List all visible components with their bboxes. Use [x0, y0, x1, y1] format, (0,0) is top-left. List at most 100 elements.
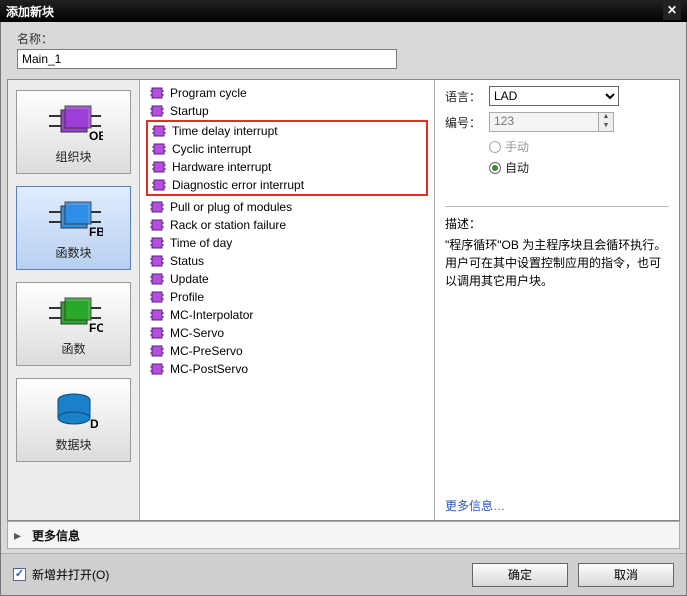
- ob-block-icon: [150, 273, 164, 285]
- db-block-icon: DB: [42, 388, 106, 432]
- sidebar-item-fb[interactable]: FB 函数块: [16, 186, 131, 270]
- language-select[interactable]: LAD: [489, 86, 619, 106]
- list-item[interactable]: MC-PreServo: [140, 342, 434, 360]
- expand-icon[interactable]: ▸: [14, 527, 26, 544]
- title-bar: 添加新块 ✕: [0, 0, 687, 22]
- separator: [445, 206, 669, 207]
- list-item-label: MC-PostServo: [170, 362, 248, 376]
- svg-text:FB: FB: [89, 225, 103, 238]
- number-spinner: ▲▼: [599, 112, 614, 132]
- close-icon[interactable]: ✕: [663, 2, 681, 20]
- name-section: 名称：: [1, 22, 686, 73]
- list-item[interactable]: Program cycle: [140, 84, 434, 102]
- ob-block-icon: [150, 363, 164, 375]
- ob-block-icon: [152, 125, 166, 137]
- list-item[interactable]: Status: [140, 252, 434, 270]
- properties-panel: 语言 LAD 编号 123 ▲▼ 手动 自动 描述： "程序循环"OB 为主程序…: [435, 80, 679, 520]
- description-label: 描述：: [445, 215, 669, 232]
- list-item-label: Time of day: [170, 236, 232, 250]
- list-item[interactable]: Time delay interrupt: [148, 122, 426, 140]
- sidebar-item-fc[interactable]: FC 函数: [16, 282, 131, 366]
- list-item-label: Pull or plug of modules: [170, 200, 292, 214]
- list-item-label: Update: [170, 272, 209, 286]
- list-item-label: Program cycle: [170, 86, 247, 100]
- list-item-label: MC-Interpolator: [170, 308, 253, 322]
- list-item-label: Cyclic interrupt: [172, 142, 251, 156]
- list-item[interactable]: MC-Interpolator: [140, 306, 434, 324]
- list-item-label: Hardware interrupt: [172, 160, 271, 174]
- list-item-label: Time delay interrupt: [172, 124, 278, 138]
- sidebar-item-label: 函数块: [55, 244, 91, 261]
- ob-block-icon: OB: [42, 100, 106, 144]
- main-content: OB 组织块 FB 函数块 FC 函数 DB 数据块 Program cycle Startup…: [7, 79, 680, 521]
- svg-text:OB: OB: [89, 129, 103, 142]
- list-item[interactable]: MC-Servo: [140, 324, 434, 342]
- list-item[interactable]: Startup: [140, 102, 434, 120]
- list-item[interactable]: MC-PostServo: [140, 360, 434, 378]
- svg-text:FC: FC: [89, 321, 103, 334]
- manual-radio-row: 手动: [489, 138, 669, 155]
- window-title: 添加新块: [6, 3, 54, 20]
- sidebar-item-label: 组织块: [55, 148, 91, 165]
- list-item-label: Diagnostic error interrupt: [172, 178, 304, 192]
- cancel-button[interactable]: 取消: [578, 563, 674, 587]
- ob-block-icon: [150, 237, 164, 249]
- list-item-label: Startup: [170, 104, 209, 118]
- ob-block-icon: [150, 219, 164, 231]
- checkbox-open-new[interactable]: ✓: [13, 568, 26, 581]
- auto-radio-row[interactable]: 自动: [489, 159, 669, 176]
- manual-label: 手动: [505, 138, 529, 155]
- number-label: 编号: [445, 114, 489, 131]
- ob-block-icon: [152, 161, 166, 173]
- ob-block-icon: [150, 87, 164, 99]
- name-input[interactable]: [17, 49, 397, 69]
- ob-block-icon: [152, 143, 166, 155]
- highlighted-group: Time delay interrupt Cyclic interrupt Hard…: [146, 120, 428, 196]
- footer: ✓ 新增并打开(O) 确定 取消: [1, 553, 686, 595]
- auto-label: 自动: [505, 159, 529, 176]
- ob-block-icon: [150, 291, 164, 303]
- dialog-body: 名称： OB 组织块 FB 函数块 FC 函数 DB 数据块 Program cycle Sta…: [0, 22, 687, 596]
- fc-block-icon: FC: [42, 292, 106, 336]
- list-item[interactable]: Hardware interrupt: [148, 158, 426, 176]
- ob-block-icon: [152, 179, 166, 191]
- sidebar-item-label: 数据块: [55, 436, 91, 453]
- sidebar-item-label: 函数: [61, 340, 85, 357]
- list-item-label: MC-PreServo: [170, 344, 243, 358]
- sidebar-item-ob[interactable]: OB 组织块: [16, 90, 131, 174]
- ob-block-icon: [150, 327, 164, 339]
- description-text: "程序循环"OB 为主程序块且会循环执行。用户可在其中设置控制应用的指令，也可以…: [445, 236, 669, 290]
- ob-block-icon: [150, 309, 164, 321]
- more-info-link[interactable]: 更多信息…: [445, 457, 669, 514]
- list-item[interactable]: Rack or station failure: [140, 216, 434, 234]
- radio-manual-icon: [489, 141, 501, 153]
- radio-auto-icon: [489, 162, 501, 174]
- svg-text:DB: DB: [90, 417, 98, 430]
- list-item[interactable]: Update: [140, 270, 434, 288]
- list-item[interactable]: Diagnostic error interrupt: [148, 176, 426, 194]
- ob-block-icon: [150, 201, 164, 213]
- list-item-label: Profile: [170, 290, 204, 304]
- ob-block-icon: [150, 345, 164, 357]
- fb-block-icon: FB: [42, 196, 106, 240]
- list-item[interactable]: Time of day: [140, 234, 434, 252]
- ok-button[interactable]: 确定: [472, 563, 568, 587]
- list-item[interactable]: Profile: [140, 288, 434, 306]
- list-item-label: Status: [170, 254, 204, 268]
- ob-block-icon: [150, 255, 164, 267]
- list-item-label: MC-Servo: [170, 326, 224, 340]
- open-new-label: 新增并打开(O): [32, 566, 109, 583]
- number-field: 123: [489, 112, 599, 132]
- list-item-label: Rack or station failure: [170, 218, 286, 232]
- block-list: Program cycle Startup Time delay interrupt…: [140, 80, 435, 520]
- language-label: 语言: [445, 88, 489, 105]
- more-info-bar[interactable]: ▸ 更多信息: [7, 521, 680, 549]
- name-label: 名称：: [17, 30, 670, 47]
- language-row: 语言 LAD: [445, 86, 669, 106]
- list-item[interactable]: Cyclic interrupt: [148, 140, 426, 158]
- number-row: 编号 123 ▲▼: [445, 112, 669, 132]
- list-item[interactable]: Pull or plug of modules: [140, 198, 434, 216]
- more-info-label: 更多信息: [32, 527, 80, 544]
- sidebar-item-db[interactable]: DB 数据块: [16, 378, 131, 462]
- ob-block-icon: [150, 105, 164, 117]
